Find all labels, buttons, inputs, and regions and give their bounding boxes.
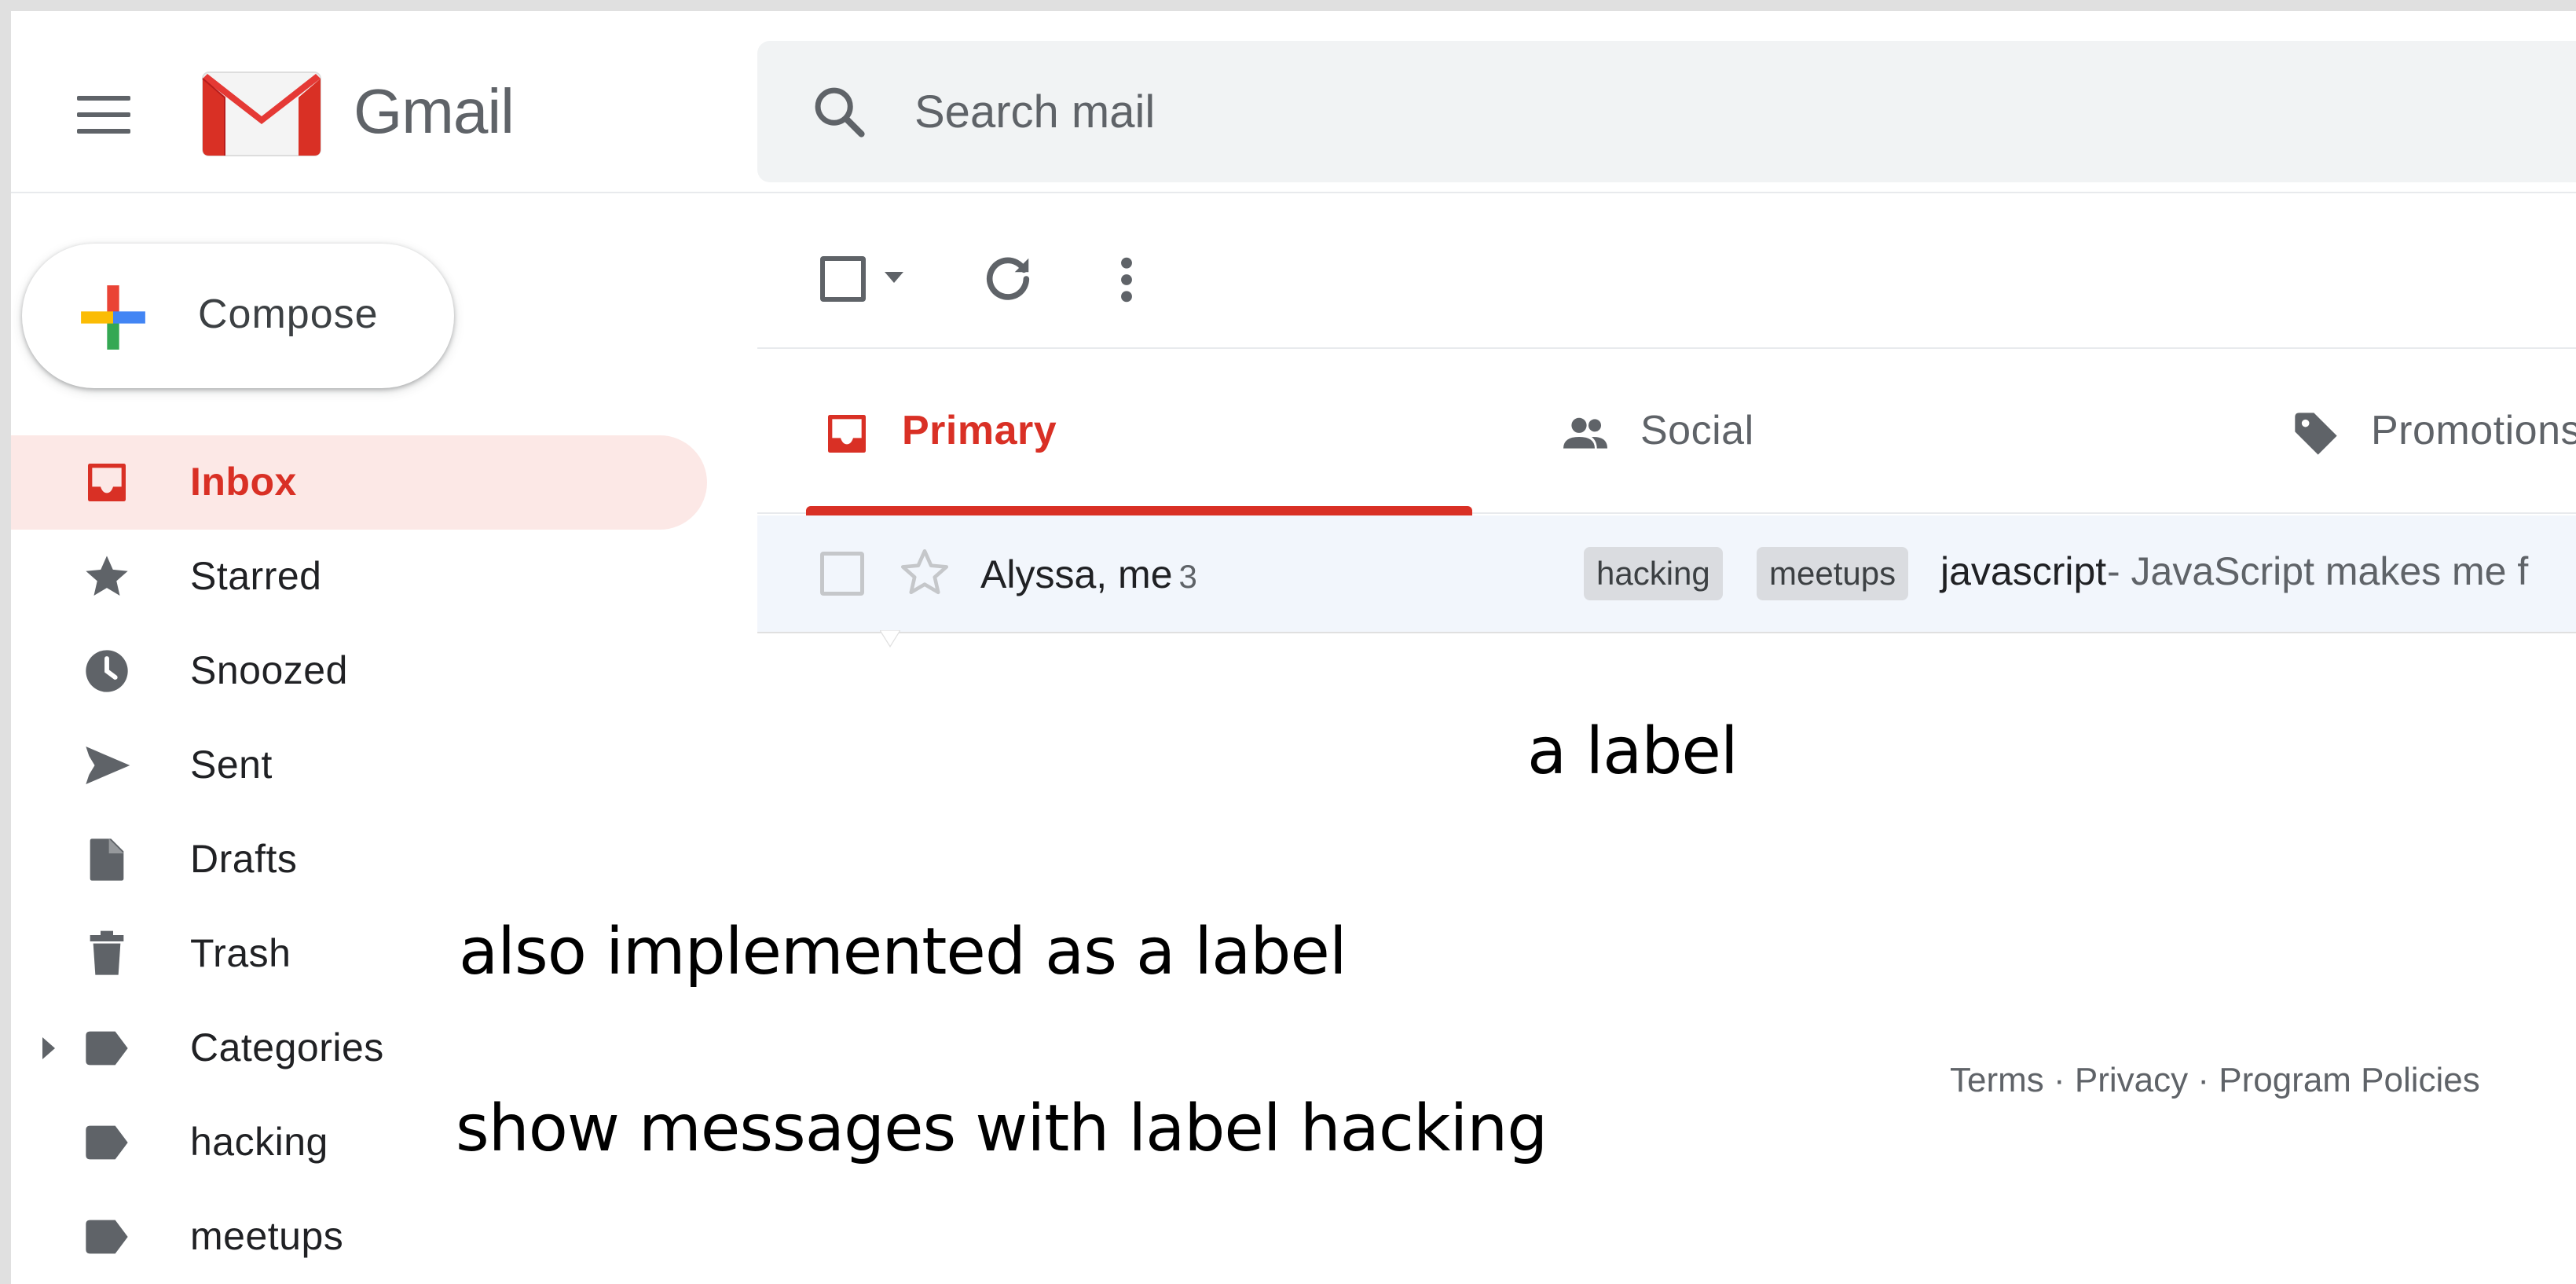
label-icon — [86, 1125, 128, 1160]
message-row[interactable]: Alyssa, me 3 hacking meetups javascript -… — [757, 515, 2576, 633]
sidebar-item-starred[interactable]: Starred — [11, 530, 718, 624]
message-snippet: - JavaScript makes me f — [2107, 549, 2529, 593]
label-chip-hacking[interactable]: hacking — [1584, 547, 1723, 600]
compose-plus-icon — [81, 285, 145, 350]
tab-label: Primary — [902, 408, 1057, 453]
message-toolbar — [757, 207, 2576, 349]
message-subject: javascript — [1940, 549, 2107, 593]
label-chip-meetups[interactable]: meetups — [1757, 547, 1909, 600]
brand-name: Gmail — [354, 76, 515, 146]
annotation-pointer-icon — [880, 630, 900, 648]
row-checkbox[interactable] — [820, 552, 864, 596]
clock-icon — [86, 650, 128, 692]
footer-links[interactable]: Terms · Privacy · Program Policies — [1950, 1061, 2480, 1100]
tab-social[interactable]: Social — [1519, 350, 2211, 514]
sidebar-item-label: Snoozed — [190, 648, 348, 692]
search-icon[interactable] — [809, 82, 869, 141]
sidebar-item-label: Trash — [190, 931, 291, 975]
inbox-icon — [828, 415, 866, 453]
sidebar-item-label: Drafts — [190, 837, 298, 881]
sidebar-item-label: Sent — [190, 743, 273, 787]
sidebar-item-snoozed[interactable]: Snoozed — [11, 624, 718, 718]
tab-primary[interactable]: Primary — [781, 350, 1472, 515]
tab-label: Social — [1640, 408, 1754, 453]
search-bar[interactable] — [757, 41, 2576, 182]
sidebar-item-sent[interactable]: Sent — [11, 718, 718, 813]
label-icon — [86, 1220, 128, 1254]
more-vert-icon[interactable] — [1119, 255, 1134, 305]
thread-count: 3 — [1178, 558, 1197, 595]
refresh-icon[interactable] — [980, 251, 1035, 306]
label-icon — [86, 1031, 128, 1066]
annotation-label: a label — [1527, 714, 1739, 789]
star-outline-icon[interactable] — [897, 545, 952, 600]
inbox-icon — [88, 464, 126, 501]
people-icon — [1563, 417, 1607, 449]
select-all-checkbox[interactable] — [820, 256, 866, 302]
compose-label: Compose — [198, 292, 379, 337]
tab-label: Promotions — [2371, 408, 2576, 453]
annotation-trash: also implemented as a label — [459, 915, 1347, 989]
trash-icon — [90, 930, 124, 975]
category-tabs: Primary Social Promotions — [757, 350, 2576, 515]
gmail-logo-icon[interactable] — [201, 68, 322, 159]
expand-arrow-icon[interactable] — [41, 1033, 57, 1064]
active-tab-indicator — [806, 506, 1472, 515]
send-icon — [86, 747, 130, 784]
sidebar-item-label: Inbox — [190, 460, 297, 504]
sidebar-item-drafts[interactable]: Drafts — [11, 813, 718, 907]
sidebar-item-meetups[interactable]: meetups — [11, 1190, 718, 1284]
tab-promotions[interactable]: Promotions — [2250, 350, 2576, 514]
draft-icon — [90, 838, 124, 881]
message-sender: Alyssa, me 3 — [980, 552, 1197, 597]
gmail-window: Gmail Compose Inbox — [11, 11, 2576, 1284]
sender-name: Alyssa, me — [980, 552, 1173, 596]
sidebar-item-label: meetups — [190, 1214, 344, 1258]
sidebar-item-label: hacking — [190, 1120, 328, 1164]
sidebar-item-label: Starred — [190, 554, 322, 598]
sidebar-item-categories[interactable]: Categories — [11, 1001, 718, 1095]
compose-button[interactable]: Compose — [22, 244, 454, 388]
search-input[interactable] — [914, 72, 2093, 151]
sidebar-item-label: Categories — [190, 1025, 384, 1069]
star-icon — [86, 556, 128, 596]
tag-icon — [2295, 413, 2337, 455]
annotation-hacking: show messages with label hacking — [456, 1091, 1548, 1166]
menu-icon[interactable] — [77, 96, 130, 134]
caret-down-icon[interactable] — [883, 270, 905, 286]
sidebar-item-inbox[interactable]: Inbox — [11, 435, 707, 530]
app-header: Gmail — [11, 11, 2576, 193]
